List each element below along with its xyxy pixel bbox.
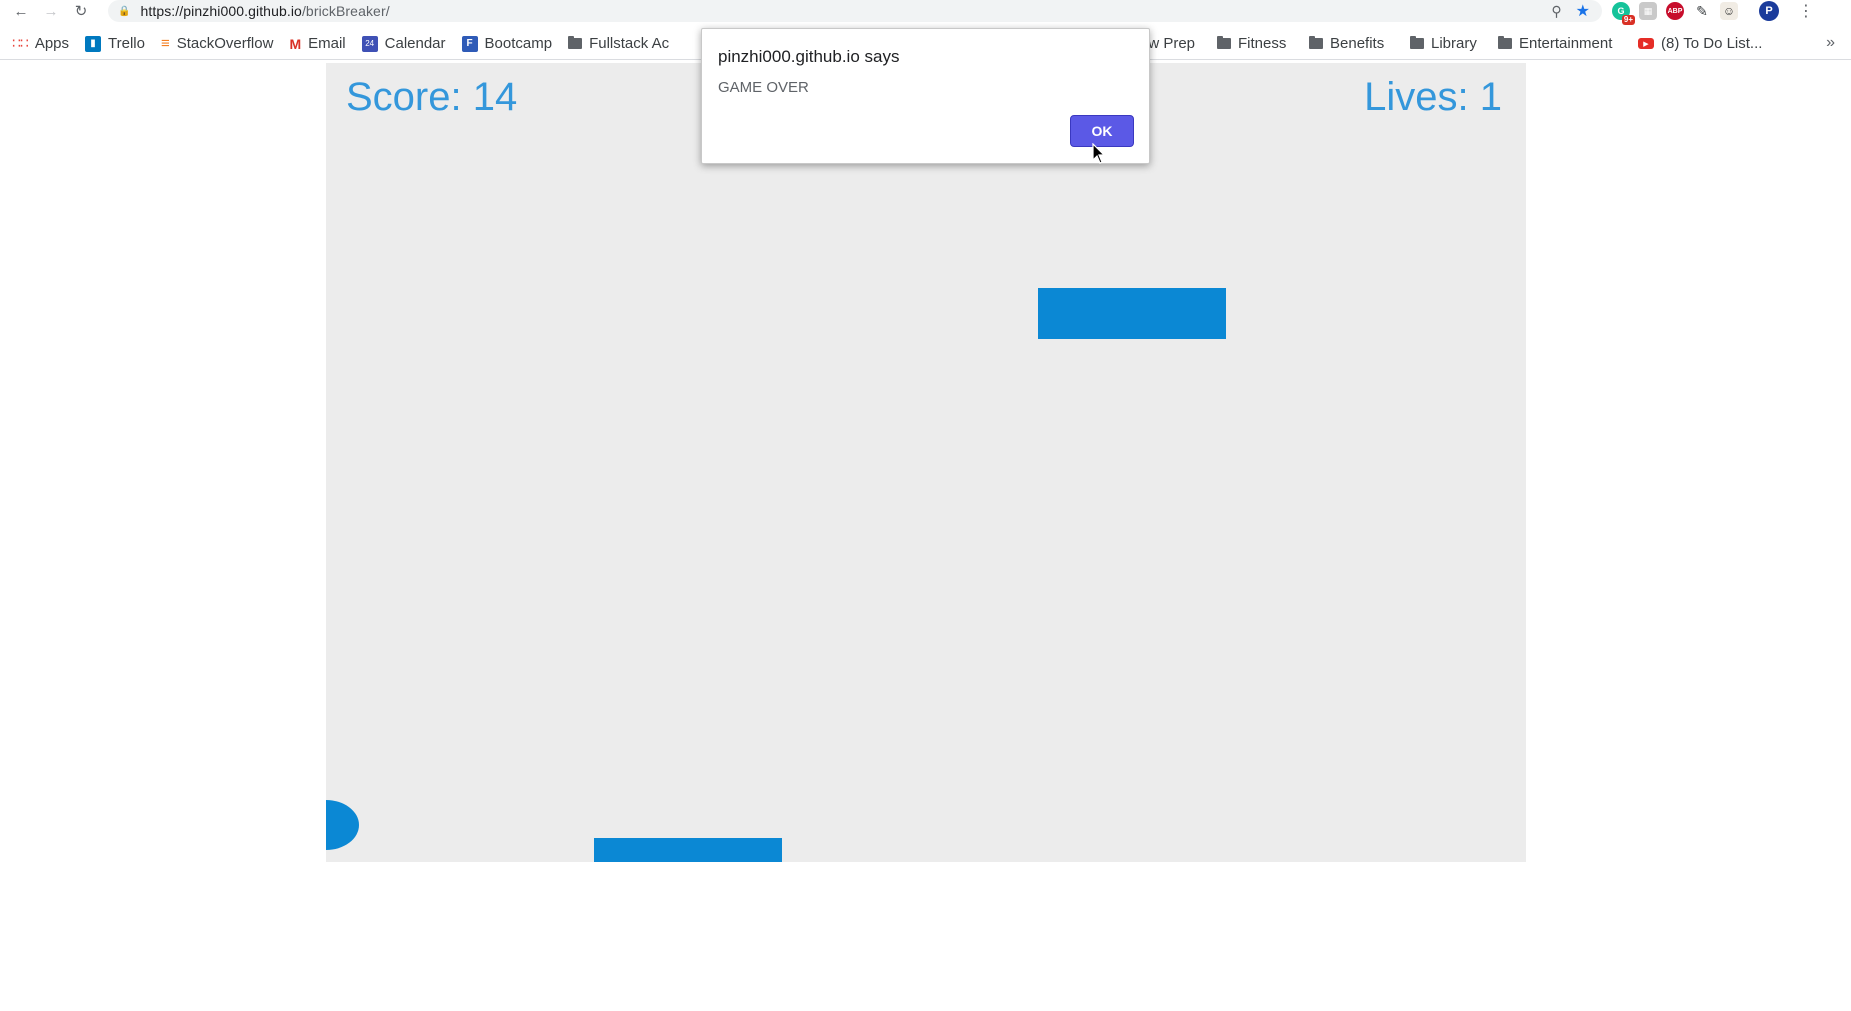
url-path: /brickBreaker/ (301, 3, 390, 19)
alert-title: pinzhi000.github.io says (718, 47, 900, 66)
bookmark-library[interactable]: Library (1410, 35, 1477, 52)
bookmark-label: Fullstack Ac (589, 35, 670, 52)
bookmark-calendar[interactable]: 24 Calendar (361, 35, 446, 52)
bookmark-benefits[interactable]: Benefits (1309, 35, 1384, 52)
extension-gray-icon[interactable]: ▦ (1639, 2, 1657, 20)
bookmark-label: Bootcamp (484, 35, 553, 52)
bookmark-label: Fitness (1238, 35, 1287, 52)
folder-icon (1217, 36, 1231, 49)
bookmark-label: StackOverflow (176, 35, 274, 52)
bookmark-email[interactable]: M Email (289, 35, 345, 52)
bookmark-apps[interactable]: ∷∷ Apps (12, 35, 69, 52)
avatar-extension-icon[interactable]: ☺ (1720, 2, 1738, 20)
lives-display: Lives: 1 (1364, 75, 1502, 119)
bookmarks-overflow-icon[interactable]: » (1826, 34, 1835, 52)
alert-dialog: pinzhi000.github.io says GAME OVER OK (701, 28, 1150, 164)
paddle[interactable] (594, 838, 782, 862)
address-bar[interactable]: 🔒 https://pinzhi000.github.io/brickBreak… (108, 0, 1602, 22)
grammarly-extension-icon[interactable]: G 9+ (1612, 2, 1635, 25)
reload-icon[interactable]: ↻ (66, 0, 96, 22)
extensions-bar: G 9+ ▦ ABP ✎ ☺ P ⋮ (1612, 0, 1814, 25)
trello-icon: ▮ (85, 35, 102, 52)
calendar-icon: 24 (361, 35, 378, 52)
folder-icon (1410, 36, 1424, 49)
forward-arrow-icon[interactable]: → (36, 0, 66, 22)
browser-toolbar: ← → ↻ 🔒 https://pinzhi000.github.io/bric… (0, 0, 1851, 25)
url-text[interactable]: https://pinzhi000.github.io/brickBreaker… (140, 3, 389, 19)
gmail-icon: M (289, 35, 302, 52)
alert-message: GAME OVER (718, 79, 809, 96)
bookmark-label: Entertainment (1519, 35, 1613, 52)
pen-extension-icon[interactable]: ✎ (1693, 2, 1711, 20)
folder-icon (1498, 36, 1512, 49)
lock-icon[interactable]: 🔒 (118, 6, 130, 17)
bookmark-label: Library (1431, 35, 1477, 52)
brick (1038, 288, 1226, 339)
bookmark-trello[interactable]: ▮ Trello (85, 35, 145, 52)
folder-icon (568, 36, 583, 49)
mouse-cursor-icon (1092, 143, 1106, 164)
profile-avatar[interactable]: P (1759, 1, 1779, 21)
back-arrow-icon[interactable]: ← (6, 0, 36, 22)
menu-dots-icon[interactable]: ⋮ (1798, 1, 1814, 21)
bookmark-label: (8) To Do List... (1661, 35, 1763, 52)
star-icon[interactable]: ★ (1576, 1, 1590, 21)
game-canvas[interactable]: Score: 14 Lives: 1 (326, 63, 1526, 862)
score-display: Score: 14 (346, 75, 518, 119)
bookmark-label: Trello (108, 35, 145, 52)
bookmark-label: Apps (34, 35, 70, 52)
stackoverflow-icon: ≡ (160, 35, 170, 52)
bookmark-fullstack[interactable]: Fullstack Ac (568, 35, 669, 52)
apps-grid-icon: ∷∷ (12, 35, 29, 51)
zoom-icon[interactable]: ⚲ (1551, 3, 1561, 20)
url-host: https://pinzhi000.github.io (140, 3, 302, 19)
grammarly-badge: 9+ (1621, 15, 1635, 25)
adblock-plus-icon[interactable]: ABP (1666, 2, 1684, 20)
bookmark-todo-list[interactable]: ▶ (8) To Do List... (1638, 35, 1762, 52)
youtube-icon: ▶ (1638, 38, 1654, 49)
bookmark-label: Calendar (384, 35, 446, 52)
bookmark-bootcamp[interactable]: F Bootcamp (461, 35, 553, 52)
bookmark-fitness[interactable]: Fitness (1217, 35, 1286, 52)
folder-icon (1309, 36, 1323, 49)
bookmark-stackoverflow[interactable]: ≡ StackOverflow (161, 35, 273, 52)
fullstack-icon: F (461, 35, 478, 52)
bookmark-entertainment[interactable]: Entertainment (1498, 35, 1612, 52)
bookmark-label: Email (308, 35, 346, 52)
bookmark-label: Benefits (1330, 35, 1385, 52)
ball (326, 800, 359, 850)
